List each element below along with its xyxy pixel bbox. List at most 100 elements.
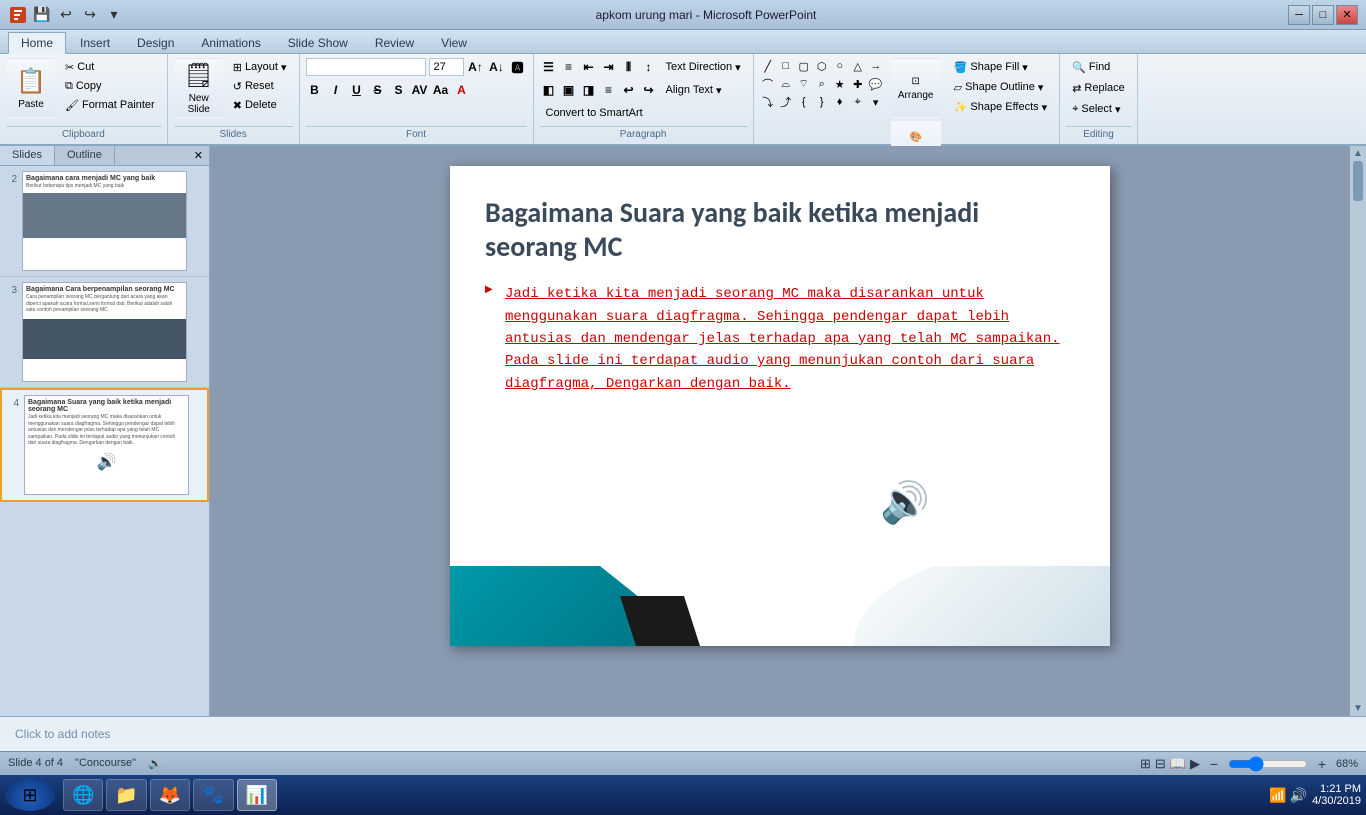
increase-font-button[interactable]: A↑ <box>467 58 485 76</box>
delete-button[interactable]: ✖ Delete <box>227 96 293 114</box>
scroll-up-button[interactable]: ▲ <box>1353 148 1363 159</box>
shape-r3-btn[interactable]: ⤵ <box>760 94 776 110</box>
notes-bar[interactable]: Click to add notes <box>0 716 1366 751</box>
char-spacing-button[interactable]: AV <box>411 81 429 99</box>
shape-outline-button[interactable]: ▱ Shape Outline ▾ <box>948 78 1054 96</box>
numbering-button[interactable]: ≡ <box>560 58 578 76</box>
shape-star-btn[interactable]: ★ <box>832 76 848 92</box>
align-left-button[interactable]: ◧ <box>540 81 558 99</box>
shape-b3-btn[interactable]: { <box>796 94 812 110</box>
minimize-button[interactable]: ─ <box>1288 5 1310 25</box>
arrange-button[interactable]: ⊡ Arrange <box>891 58 941 118</box>
slide-body[interactable]: Jadi ketika kita menjadi seorang MC maka… <box>485 283 1075 395</box>
change-case-button[interactable]: Aa <box>432 81 450 99</box>
taskbar-chrome[interactable]: 🌐 <box>63 779 103 811</box>
select-button[interactable]: ⌖ Select ▾ <box>1066 100 1126 118</box>
taskbar-app4[interactable]: 🐾 <box>193 779 233 811</box>
tab-home[interactable]: Home <box>8 32 66 54</box>
paste-button[interactable]: 📋 Paste <box>6 58 56 118</box>
shape-t2-btn[interactable]: ⌖ <box>850 94 866 110</box>
increase-indent-button[interactable]: ⇥ <box>600 58 618 76</box>
col-button[interactable]: ⫴ <box>620 58 638 76</box>
new-slide-button[interactable]: 🗒 New Slide <box>174 58 224 118</box>
zoom-out-button[interactable]: − <box>1206 756 1222 772</box>
tab-slideshow[interactable]: Slide Show <box>275 32 361 53</box>
reset-button[interactable]: ↺ Reset <box>227 77 293 95</box>
shape-rect-btn[interactable]: □ <box>778 58 794 74</box>
text-shadow-button[interactable]: S <box>390 81 408 99</box>
tab-outline[interactable]: Outline <box>55 146 115 165</box>
close-button[interactable]: ✕ <box>1336 5 1358 25</box>
font-color-button[interactable]: A <box>453 81 471 99</box>
slide-show-button[interactable]: ▶ <box>1190 756 1200 772</box>
reading-view-button[interactable]: 📖 <box>1170 756 1186 772</box>
shape-c2-btn[interactable]: ⌒ <box>760 76 776 92</box>
zoom-in-button[interactable]: + <box>1314 756 1330 772</box>
shape-triangle-btn[interactable]: △ <box>850 58 866 74</box>
bullets-button[interactable]: ☰ <box>540 58 558 76</box>
taskbar-powerpoint[interactable]: 📊 <box>237 779 277 811</box>
cut-button[interactable]: ✂ Cut <box>59 58 161 76</box>
save-button[interactable]: 💾 <box>32 5 52 25</box>
clear-format-button[interactable]: 🅰 <box>509 58 527 76</box>
shape-ellipse-btn[interactable]: ○ <box>832 58 848 74</box>
slide-title[interactable]: Bagaimana Suara yang baik ketika menjadi… <box>485 196 1075 263</box>
taskbar-firefox[interactable]: 🦊 <box>150 779 190 811</box>
tab-insert[interactable]: Insert <box>67 32 123 53</box>
find-button[interactable]: 🔍 Find <box>1066 58 1116 76</box>
tab-slides[interactable]: Slides <box>0 146 55 165</box>
zoom-slider[interactable] <box>1228 756 1308 772</box>
shape-arrow-btn[interactable]: → <box>868 58 884 74</box>
tab-design[interactable]: Design <box>124 32 187 53</box>
underline-button[interactable]: U <box>348 81 366 99</box>
slide-thumb-3[interactable]: 3 Bagaimana Cara berpenampilan seorang M… <box>0 277 209 388</box>
justify-button[interactable]: ≡ <box>600 81 618 99</box>
strikethrough-button[interactable]: S <box>369 81 387 99</box>
align-center-button[interactable]: ▣ <box>560 81 578 99</box>
shape-freeform-btn[interactable]: ⌔ <box>796 76 812 92</box>
rtl-button[interactable]: ↩ <box>620 81 638 99</box>
shape-line-btn[interactable]: ╱ <box>760 58 776 74</box>
shape-r2-btn[interactable]: ⌕ <box>814 76 830 92</box>
slide-sorter-button[interactable]: ⊟ <box>1155 756 1166 772</box>
decrease-indent-button[interactable]: ⇤ <box>580 58 598 76</box>
shape-cross-btn[interactable]: ✚ <box>850 76 866 92</box>
shape-eq-btn[interactable]: ♦ <box>832 94 848 110</box>
line-spacing-button[interactable]: ↕ <box>640 58 658 76</box>
shape-more-btn[interactable]: ▾ <box>868 94 884 110</box>
tab-animations[interactable]: Animations <box>188 32 273 53</box>
panel-close-button[interactable]: ✕ <box>188 146 209 165</box>
convert-smartart-button[interactable]: Convert to SmartArt <box>540 104 649 122</box>
shape-roundrect-btn[interactable]: ▢ <box>796 58 812 74</box>
shape-b2-btn[interactable]: ⤴ <box>778 94 794 110</box>
slide-thumb-2[interactable]: 2 Bagaimana cara menjadi MC yang baik Be… <box>0 166 209 277</box>
font-size-input[interactable] <box>429 58 464 76</box>
align-right-button[interactable]: ◨ <box>580 81 598 99</box>
audio-icon[interactable]: 🔊 <box>880 479 930 526</box>
tab-review[interactable]: Review <box>362 32 427 53</box>
tab-view[interactable]: View <box>428 32 480 53</box>
taskbar-explorer[interactable]: 📁 <box>106 779 146 811</box>
customize-qat-button[interactable]: ▾ <box>104 5 124 25</box>
shape-callout-btn[interactable]: 💬 <box>868 76 884 92</box>
scroll-thumb[interactable] <box>1353 161 1363 201</box>
shape-snip-btn[interactable]: ⬡ <box>814 58 830 74</box>
decrease-font-button[interactable]: A↓ <box>488 58 506 76</box>
redo-button[interactable]: ↪ <box>80 5 100 25</box>
shape-curve-btn[interactable]: ⌓ <box>778 76 794 92</box>
replace-button[interactable]: ⇄ Replace <box>1066 79 1131 97</box>
vertical-scrollbar[interactable]: ▲ ▼ <box>1350 146 1366 716</box>
bold-button[interactable]: B <box>306 81 324 99</box>
scroll-down-button[interactable]: ▼ <box>1353 703 1363 714</box>
shape-fill-button[interactable]: 🪣 Shape Fill ▾ <box>948 58 1054 76</box>
restore-button[interactable]: □ <box>1312 5 1334 25</box>
slide-thumb-4[interactable]: 4 Bagaimana Suara yang baik ketika menja… <box>0 388 209 502</box>
align-text-button[interactable]: Align Text ▾ <box>660 81 728 99</box>
undo-button[interactable]: ↩ <box>56 5 76 25</box>
layout-button[interactable]: ⊞ Layout ▾ <box>227 58 293 76</box>
normal-view-button[interactable]: ⊞ <box>1140 756 1151 772</box>
font-name-combo[interactable] <box>306 58 426 76</box>
copy-button[interactable]: ⧉ Copy <box>59 77 161 95</box>
start-button[interactable]: ⊞ <box>5 779 55 811</box>
italic-button[interactable]: I <box>327 81 345 99</box>
